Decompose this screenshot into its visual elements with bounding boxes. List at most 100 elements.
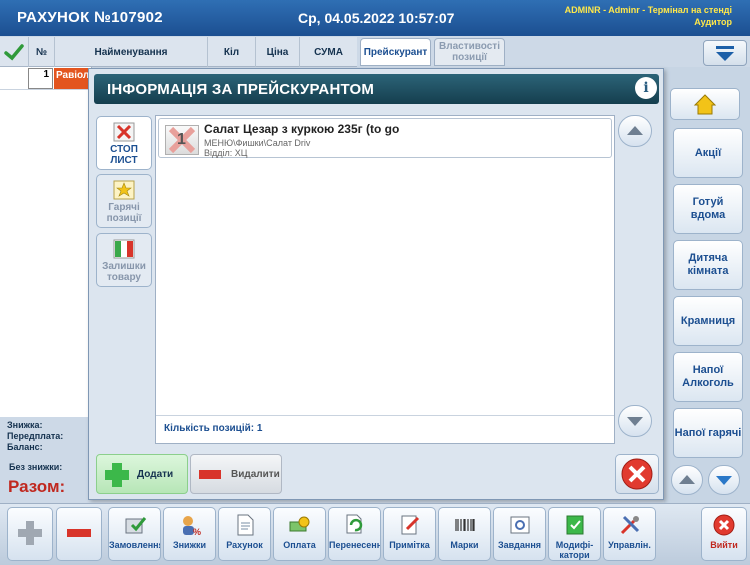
date-time: Ср, 04.05.2022 10:57:07 (298, 10, 455, 26)
discount-icon: % (182, 516, 201, 537)
category-gotui-vdoma[interactable]: Готуй вдома (673, 184, 743, 234)
category-napoi-hariachi[interactable]: Напої гарячі (673, 408, 743, 458)
tab-label: Гарячі позиції (106, 202, 142, 224)
user-line: ADMINR - Adminr - Термінал на стенді (564, 5, 732, 15)
tab-stop-list[interactable]: СТОП ЛИСТ (96, 116, 152, 170)
row-number: 1 (28, 68, 53, 89)
note-label: Примітка (389, 540, 430, 550)
transfer-button[interactable]: Перенесенн (328, 507, 381, 561)
collapse-button[interactable] (703, 40, 747, 66)
price-info-dialog: ІНФОРМАЦІЯ ЗА ПРЕЙСКУРАНТОМ i СТОП ЛИСТ … (88, 68, 664, 500)
marks-label: Марки (450, 540, 479, 550)
plus-icon (105, 463, 129, 487)
tasks-button[interactable]: Завдання (493, 507, 546, 561)
tasks-label: Завдання (497, 540, 542, 550)
close-dialog-button[interactable] (615, 454, 659, 494)
modifiers-button[interactable]: Модифі- катори (548, 507, 601, 561)
tab-price-list[interactable]: Прейскурант (360, 38, 431, 66)
stop-list-icon (113, 122, 135, 142)
barcode-icon (454, 519, 475, 531)
list-scroll-up-button[interactable] (618, 115, 652, 147)
scroll-down-button[interactable] (708, 465, 740, 495)
transfer-icon (346, 514, 362, 534)
list-scroll-down-button[interactable] (618, 405, 652, 437)
note-button[interactable]: Примітка (383, 507, 436, 561)
header-name: Найменування (54, 37, 207, 67)
note-icon (401, 515, 419, 535)
exit-label: Вийти (710, 540, 738, 550)
check-all-icon[interactable] (0, 37, 28, 67)
minus-icon (67, 529, 91, 537)
category-aktsii[interactable]: Акції (673, 128, 743, 178)
tab-label: СТОП ЛИСТ (110, 144, 138, 166)
scroll-up-button[interactable] (671, 465, 703, 495)
arrow-down-icon (627, 417, 643, 426)
stock-icon (113, 239, 135, 259)
modifiers-label: Модифі- катори (555, 540, 594, 560)
invoice-number: РАХУНОК №107902 (17, 9, 163, 26)
tab-item-properties[interactable]: Властивості позиції (434, 38, 505, 66)
orders-icon (125, 517, 146, 534)
info-icon[interactable]: i (635, 77, 657, 99)
tab-hot-items[interactable]: Гарячі позиції (96, 174, 152, 228)
category-napoi-alkohol[interactable]: Напої Алкоголь (673, 352, 743, 402)
star-icon (113, 180, 135, 200)
transfer-label: Перенесенн (329, 540, 380, 550)
item-list: 1 Салат Цезар з куркою 235г (to go МЕНЮ\… (155, 115, 615, 444)
document-icon (237, 514, 253, 536)
item-count: Кількість позицій: 1 (156, 415, 614, 443)
tab-label: Залишки товару (102, 261, 146, 283)
row-name: Равіол (54, 68, 92, 89)
header-no: № (28, 37, 54, 67)
discounts-label: Знижки (172, 540, 207, 550)
modifiers-icon (566, 515, 583, 535)
marks-button[interactable]: Марки (438, 507, 491, 561)
plus-icon (18, 521, 42, 545)
title-bar: РАХУНОК №107902 Ср, 04.05.2022 10:57:07 … (0, 0, 750, 36)
qty-minus-button[interactable] (56, 507, 102, 561)
svg-text:%: % (193, 527, 201, 537)
money-icon (289, 516, 309, 532)
item-path: МЕНЮ\Фишки\Салат Driv (204, 138, 311, 148)
chevron-down-icon (716, 46, 734, 61)
bill-button[interactable]: Рахунок (218, 507, 271, 561)
discount-label: Знижка: (7, 420, 43, 430)
header-qty: Кіл (207, 37, 255, 67)
payment-button[interactable]: Оплата (273, 507, 326, 561)
qty-plus-button[interactable] (7, 507, 53, 561)
balance-label: Баланс: (7, 442, 43, 452)
item-qty: 1 (177, 131, 186, 148)
tools-icon (620, 515, 639, 535)
item-name: Салат Цезар з куркою 235г (to go (204, 122, 400, 136)
arrow-down-icon (716, 476, 732, 485)
home-icon (693, 94, 717, 115)
payment-label: Оплата (283, 540, 316, 550)
exit-button[interactable]: Вийти (701, 507, 747, 561)
tab-stock-balance[interactable]: Залишки товару (96, 233, 152, 287)
add-button[interactable]: Додати (96, 454, 188, 494)
management-button[interactable]: Управлін. (603, 507, 656, 561)
close-icon (621, 458, 653, 490)
category-kramnytsia[interactable]: Крамниця (673, 296, 743, 346)
dialog-title: ІНФОРМАЦІЯ ЗА ПРЕЙСКУРАНТОМ (107, 81, 375, 98)
stop-item-icon: 1 (165, 125, 199, 155)
category-dytiacha-kimnata[interactable]: Дитяча кімната (673, 240, 743, 290)
delete-label: Видалити (231, 468, 280, 480)
arrow-up-icon (679, 475, 695, 484)
order-list: 1 Равіол (0, 67, 92, 417)
total-label: Разом: (8, 477, 66, 496)
bill-label: Рахунок (226, 540, 263, 550)
exit-icon (713, 514, 735, 536)
discounts-button[interactable]: % Знижки (163, 507, 216, 561)
management-label: Управлін. (608, 540, 651, 550)
home-button[interactable] (670, 88, 740, 120)
orders-button[interactable]: Замовлення (108, 507, 161, 561)
table-row[interactable]: 1 Равіол (0, 67, 92, 90)
delete-button[interactable]: Видалити (190, 454, 282, 494)
orders-label: Замовлення (109, 540, 160, 550)
list-item[interactable]: 1 Салат Цезар з куркою 235г (to go МЕНЮ\… (158, 118, 612, 158)
role-line: Аудитор (694, 17, 732, 27)
minus-icon (199, 470, 221, 479)
no-discount-label: Без знижки: (9, 462, 63, 472)
user-info: ADMINR - Adminr - Термінал на стенді Ауд… (565, 4, 732, 28)
